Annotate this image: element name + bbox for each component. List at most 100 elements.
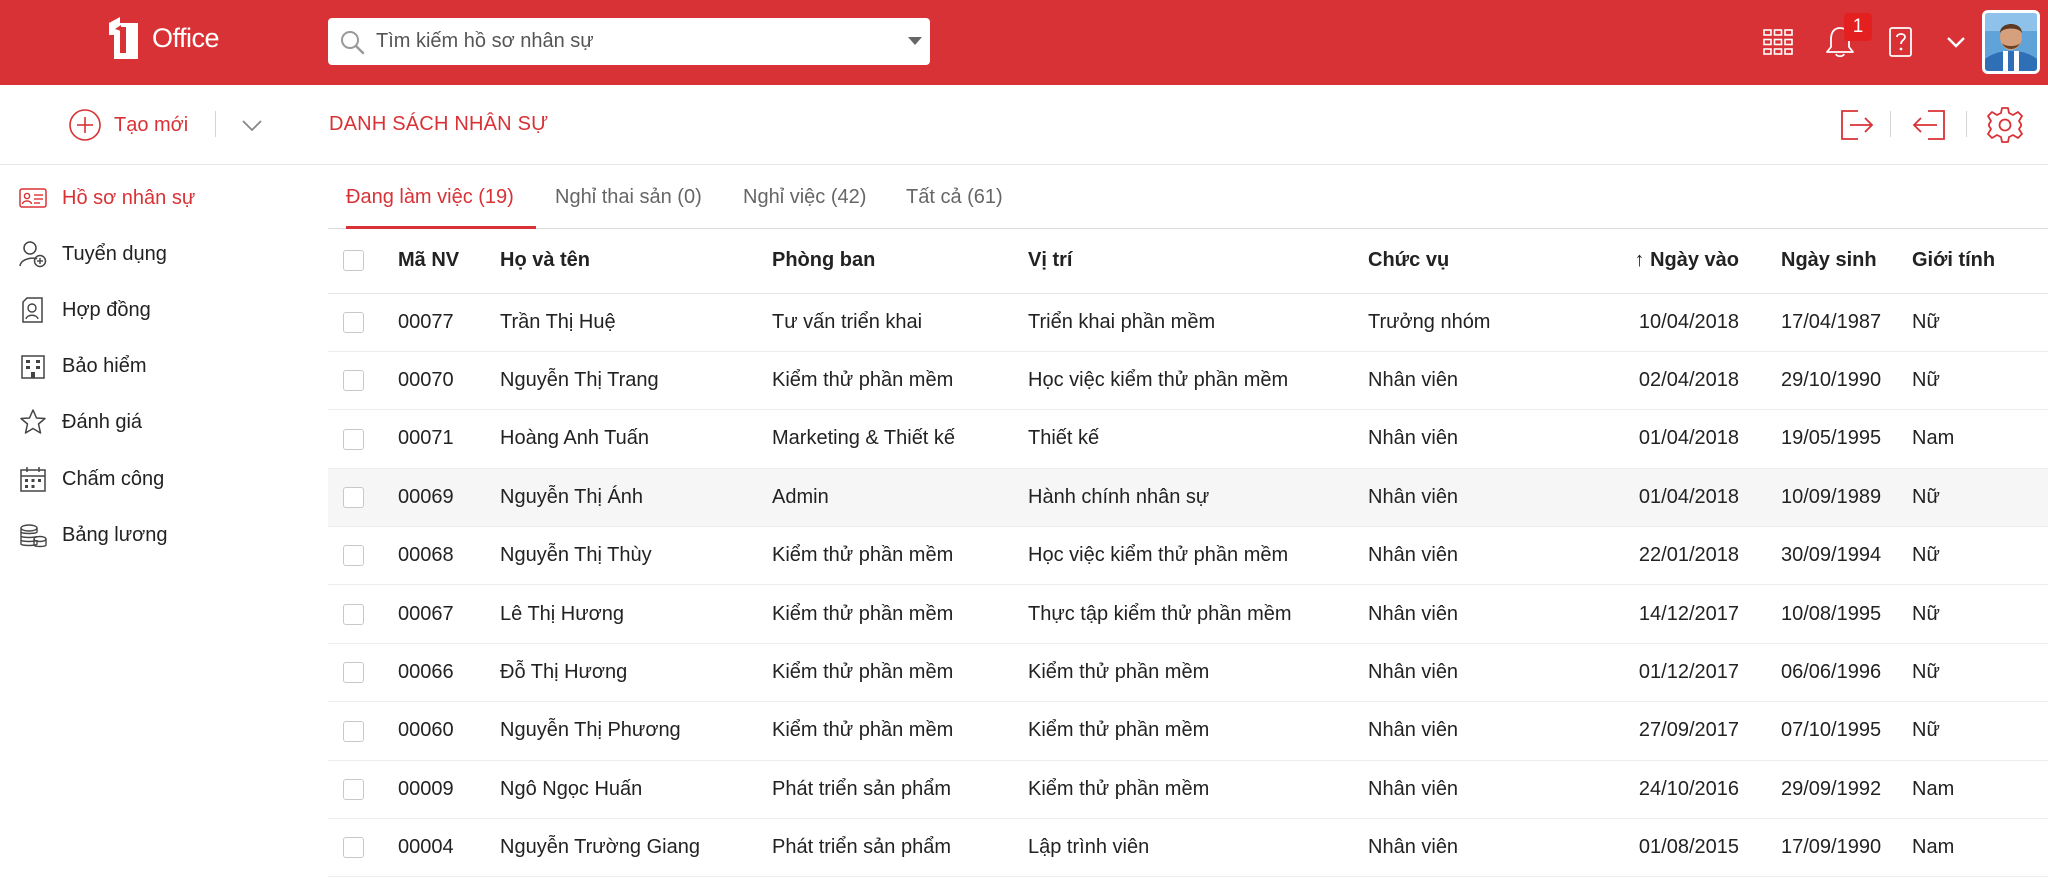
column-header-ngay-sinh[interactable]: Ngày sinh — [1743, 229, 1898, 294]
search-icon — [341, 31, 365, 55]
settings-icon[interactable] — [1985, 105, 2025, 145]
table-row[interactable]: 00070 Nguyễn Thị Trang Kiểm thử phần mềm Họ… — [328, 351, 2048, 411]
divider — [215, 111, 216, 137]
caret-down-icon[interactable] — [908, 37, 922, 45]
sidebar-item-ho-so-nhan-su[interactable]: Hồ sơ nhân sự — [0, 170, 326, 226]
select-all-cell — [328, 229, 398, 294]
table-row[interactable]: 00004 Nguyễn Trường Giang Phát triển sản p… — [328, 818, 2048, 878]
export-icon[interactable] — [1836, 105, 1876, 145]
cell-ho-va-ten[interactable]: Nguyễn Trường Giang — [500, 818, 772, 878]
tab-dang-lam-viec[interactable]: Đang làm việc (19) — [346, 186, 536, 229]
row-checkbox[interactable] — [343, 603, 364, 625]
page-title: DANH SÁCH NHÂN SỰ — [329, 113, 549, 135]
column-header-ma-nv[interactable]: Mã NV — [398, 229, 500, 294]
cell-phong-ban: Kiểm thử phần mềm — [772, 701, 1028, 761]
row-checkbox[interactable] — [343, 370, 364, 392]
cell-phong-ban: Kiểm thử phần mềm — [772, 526, 1028, 586]
sidebar-item-hop-dong[interactable]: Hợp đồng — [0, 282, 326, 338]
cell-chuc-vu: Nhân viên — [1368, 409, 1588, 469]
apps-grid-icon[interactable] — [1760, 24, 1796, 60]
import-icon[interactable] — [1910, 105, 1950, 145]
row-select-cell — [328, 701, 398, 761]
cell-ngay-sinh: 07/10/1995 — [1743, 701, 1898, 761]
table-row[interactable]: 00068 Nguyễn Thị Thùy Kiểm thử phần mềm Học… — [328, 526, 2048, 586]
sidebar-item-tuyen-dung[interactable]: Tuyển dụng — [0, 226, 326, 282]
cell-ngay-vao: 02/04/2018 — [1588, 351, 1743, 411]
cell-ngay-vao: 22/01/2018 — [1588, 526, 1743, 586]
help-book-icon[interactable] — [1882, 24, 1918, 60]
tab-nghi-viec[interactable]: Nghỉ việc (42) — [743, 186, 866, 229]
row-checkbox[interactable] — [343, 837, 364, 859]
cell-ho-va-ten[interactable]: Nguyễn Thị Thùy — [500, 526, 772, 586]
create-new-button[interactable]: Tạo mới — [68, 106, 188, 144]
cell-gioi-tinh: Nữ — [1898, 351, 2048, 411]
row-checkbox[interactable] — [343, 545, 364, 567]
table-row[interactable]: 00066 Đỗ Thị Hương Kiểm thử phần mềm Kiểm t… — [328, 643, 2048, 703]
avatar[interactable] — [1982, 10, 2040, 74]
column-header-vi-tri[interactable]: Vị trí — [1028, 229, 1368, 294]
cell-vi-tri: Hành chính nhân sự — [1028, 468, 1368, 528]
cell-ngay-sinh: 06/06/1996 — [1743, 643, 1898, 703]
cell-ho-va-ten[interactable]: Nguyễn Thị Phương — [500, 701, 772, 761]
chevron-down-icon[interactable] — [1938, 24, 1974, 60]
row-checkbox[interactable] — [343, 311, 364, 333]
table-row[interactable]: 00067 Lê Thị Hương Kiểm thử phần mềm Thực t… — [328, 584, 2048, 644]
column-header-gioi-tinh[interactable]: Giới tính — [1898, 229, 2048, 294]
logo-mark-icon — [109, 17, 138, 59]
sidebar-item-bao-hiem[interactable]: Bảo hiểm — [0, 338, 326, 394]
column-header-ngay-vao-label: Ngày vào — [1650, 249, 1739, 272]
cell-gioi-tinh: Nữ — [1898, 584, 2048, 644]
cell-ma-nv: 00009 — [398, 760, 500, 820]
cell-ngay-sinh: 10/08/1995 — [1743, 584, 1898, 644]
tab-nghi-thai-san[interactable]: Nghỉ thai sản (0) — [555, 186, 702, 229]
cell-ma-nv: 00069 — [398, 468, 500, 528]
sidebar-item-cham-cong[interactable]: Chấm công — [0, 451, 326, 507]
cell-ngay-vao: 24/10/2016 — [1588, 760, 1743, 820]
notification-badge: 1 — [1844, 13, 1872, 41]
row-select-cell — [328, 293, 398, 352]
building-icon — [21, 355, 45, 379]
search-box[interactable] — [328, 18, 930, 65]
cell-ho-va-ten[interactable]: Đỗ Thị Hương — [500, 643, 772, 703]
search-input[interactable] — [376, 18, 876, 65]
row-checkbox[interactable] — [343, 428, 364, 450]
row-checkbox[interactable] — [343, 720, 364, 742]
table-row[interactable]: 00071 Hoàng Anh Tuấn Marketing & Thiết kế T… — [328, 409, 2048, 469]
create-new-label: Tạo mới — [114, 113, 189, 136]
row-checkbox[interactable] — [343, 487, 364, 509]
cell-phong-ban: Admin — [772, 468, 1028, 528]
sidebar-item-danh-gia[interactable]: Đánh giá — [0, 394, 326, 450]
cell-ho-va-ten[interactable]: Ngô Ngọc Huấn — [500, 760, 772, 820]
cell-chuc-vu: Nhân viên — [1368, 468, 1588, 528]
cell-phong-ban: Marketing & Thiết kế — [772, 409, 1028, 469]
column-header-chuc-vu[interactable]: Chức vụ — [1368, 229, 1588, 294]
tab-tat-ca[interactable]: Tất cả (61) — [906, 186, 1003, 229]
table-row[interactable]: 00077 Trần Thị Huệ Tư vấn triển khai Triển … — [328, 293, 2048, 352]
table-row[interactable]: 00069 Nguyễn Thị Ánh Admin Hành chính nhân … — [328, 468, 2048, 528]
row-select-cell — [328, 468, 398, 528]
cell-ho-va-ten[interactable]: Nguyễn Thị Ánh — [500, 468, 772, 528]
create-options-chevron-icon[interactable] — [238, 111, 266, 139]
column-header-phong-ban[interactable]: Phòng ban — [772, 229, 1028, 294]
row-checkbox[interactable] — [343, 779, 364, 801]
cell-phong-ban: Kiểm thử phần mềm — [772, 643, 1028, 703]
cell-ngay-vao: 10/04/2018 — [1588, 293, 1743, 352]
cell-ngay-vao: 14/12/2017 — [1588, 584, 1743, 644]
cell-ho-va-ten[interactable]: Trần Thị Huệ — [500, 293, 772, 352]
select-all-checkbox[interactable] — [343, 250, 364, 272]
cell-ma-nv: 00060 — [398, 701, 500, 761]
logo[interactable]: Office — [106, 15, 246, 61]
cell-chuc-vu: Nhân viên — [1368, 760, 1588, 820]
table-row[interactable]: 00009 Ngô Ngọc Huấn Phát triển sản phẩm Kiể… — [328, 760, 2048, 820]
sidebar-item-bang-luong[interactable]: Bảng lương — [0, 507, 326, 563]
row-select-cell — [328, 818, 398, 878]
column-header-ho-va-ten[interactable]: Họ và tên — [500, 229, 772, 294]
column-header-ngay-vao[interactable]: ↑ Ngày vào — [1588, 229, 1743, 294]
cell-ho-va-ten[interactable]: Lê Thị Hương — [500, 584, 772, 644]
row-checkbox[interactable] — [343, 662, 364, 684]
table-row[interactable]: 00060 Nguyễn Thị Phương Kiểm thử phần mềm K… — [328, 701, 2048, 761]
cell-ho-va-ten[interactable]: Hoàng Anh Tuấn — [500, 409, 772, 469]
cell-ho-va-ten[interactable]: Nguyễn Thị Trang — [500, 351, 772, 411]
top-bar: Office 1 — [0, 0, 2048, 85]
cell-phong-ban: Tư vấn triển khai — [772, 293, 1028, 352]
